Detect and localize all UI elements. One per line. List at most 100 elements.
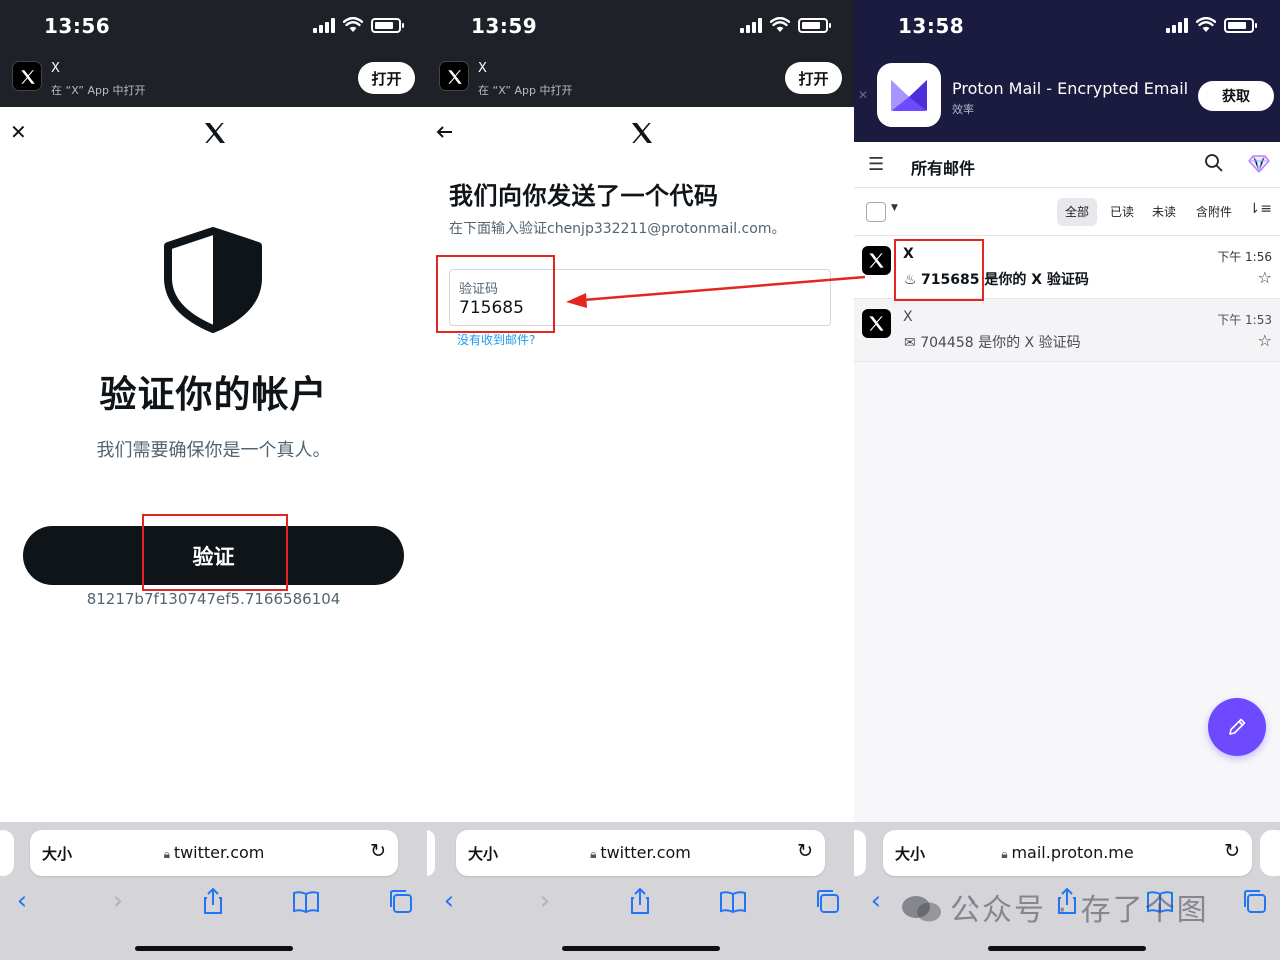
back-button[interactable]: ‹ (861, 886, 891, 916)
x-logo-icon (869, 316, 884, 331)
banner-subtitle: 在 “X” App 中打开 (51, 84, 146, 97)
shield-icon (164, 227, 262, 333)
reload-icon[interactable]: ↻ (370, 840, 386, 862)
forward-button[interactable]: › (103, 886, 133, 916)
prev-tab-peek[interactable] (427, 830, 435, 876)
sort-icon[interactable]: ⇂≡ (1249, 201, 1272, 217)
home-indicator (988, 946, 1146, 951)
banner-category: 效率 (952, 103, 974, 116)
back-button[interactable]: ‹ (434, 886, 464, 916)
reload-icon[interactable]: ↻ (797, 840, 813, 862)
app-store-banner: ✕ Proton Mail - Encrypted Email 效率 获取 (854, 55, 1280, 142)
status-icons (313, 17, 404, 33)
lock-icon: 🔒︎ (1001, 847, 1012, 861)
envelope-open-icon: ✉︎ (904, 335, 921, 351)
wifi-icon (770, 17, 790, 32)
url-text: 🔒︎ twitter.com (456, 843, 825, 862)
tabs-icon[interactable] (813, 886, 843, 916)
signal-icon (740, 17, 762, 33)
filter-read[interactable]: 已读 (1102, 198, 1142, 226)
home-indicator (561, 946, 720, 951)
panel-enter-code: 13:59 X 在 “X” App 中打开 打开 我们向你发送了一个代码 在下面… (427, 0, 854, 960)
filter-attachments[interactable]: 含附件 (1188, 198, 1240, 226)
banner-app-name: Proton Mail - Encrypted Email (952, 79, 1189, 98)
menu-icon[interactable]: ☰ (868, 154, 884, 175)
x-logo-icon (439, 61, 469, 91)
back-arrow-icon[interactable] (435, 122, 455, 142)
close-icon[interactable]: ✕ (858, 88, 868, 102)
status-icons (740, 17, 831, 33)
filter-bar: ▼ 全部 已读 未读 含附件 ⇂≡ (854, 188, 1280, 236)
status-time: 13:58 (898, 14, 965, 38)
annotation-box-verify (142, 514, 288, 591)
share-icon[interactable] (625, 886, 655, 916)
status-time: 13:56 (44, 14, 111, 38)
tabs-icon[interactable] (1240, 886, 1270, 916)
filter-unread[interactable]: 未读 (1144, 198, 1184, 226)
message-subject: ✉︎ 704458 是你的 X 验证码 (904, 332, 1081, 352)
message-sender: X (903, 309, 913, 325)
tabs-icon[interactable] (386, 886, 416, 916)
lock-icon: 🔒︎ (163, 847, 174, 861)
gem-icon[interactable] (1248, 155, 1270, 173)
url-value: twitter.com (173, 843, 265, 862)
url-value: twitter.com (600, 843, 691, 862)
app-banner: X 在 “X” App 中打开 打开 (427, 55, 854, 107)
address-bar[interactable]: 大小 🔒︎ twitter.com ↻ (30, 830, 398, 876)
open-in-app-button[interactable]: 打开 (785, 62, 842, 94)
home-indicator (134, 946, 293, 951)
message-row[interactable]: X ✉︎ 704458 是你的 X 验证码 下午 1:53 ☆ (854, 299, 1280, 362)
message-subject-text: 704458 是你的 X 验证码 (920, 335, 1081, 351)
compose-button[interactable] (1208, 698, 1266, 756)
address-bar[interactable]: 大小 🔒︎ mail.proton.me ↻ (883, 830, 1252, 876)
chevron-down-icon[interactable]: ▼ (891, 203, 898, 213)
x-logo-icon (632, 123, 652, 143)
safari-toolbar: 大小 🔒︎ twitter.com ↻ ‹ › (0, 822, 427, 960)
page-subtitle: 我们需要确保你是一个真人。 (96, 440, 331, 461)
page-title: 我们向你发送了一个代码 (449, 182, 719, 210)
status-bar: 13:58 (854, 0, 1280, 55)
banner-subtitle: 在 “X” App 中打开 (478, 84, 573, 97)
proton-logo-icon (877, 63, 941, 127)
get-app-button[interactable]: 获取 (1198, 81, 1274, 111)
forward-button[interactable]: › (530, 886, 560, 916)
status-bar: 13:59 (427, 0, 854, 55)
filter-all[interactable]: 全部 (1057, 198, 1098, 226)
back-button[interactable]: ‹ (7, 886, 37, 916)
battery-icon (371, 17, 404, 33)
search-icon[interactable] (1204, 153, 1224, 173)
avatar (862, 246, 891, 275)
annotation-box-code-email (894, 239, 984, 301)
bookmarks-icon[interactable] (718, 886, 748, 916)
page-subtitle: 在下面输入验证chenjp332211@protonmail.com。 (449, 221, 786, 237)
close-icon[interactable]: ✕ (10, 122, 30, 142)
next-tab-peek[interactable] (1260, 830, 1280, 876)
status-bar: 13:56 (0, 0, 427, 55)
no-email-link[interactable]: 没有收到邮件? (457, 331, 535, 348)
url-value: mail.proton.me (1011, 843, 1134, 862)
mailbox-header: ☰ 所有邮件 (854, 142, 1280, 188)
signal-icon (313, 17, 335, 33)
wifi-icon (343, 17, 363, 32)
prev-tab-peek[interactable] (0, 830, 14, 876)
star-icon[interactable]: ☆ (1258, 331, 1272, 350)
app-banner: X 在 “X” App 中打开 打开 (0, 55, 427, 107)
x-logo-icon (12, 61, 42, 91)
safari-toolbar: 大小 🔒︎ twitter.com ↻ ‹ › (427, 822, 854, 960)
prev-tab-peek[interactable] (854, 830, 866, 876)
wifi-icon (1196, 17, 1216, 32)
message-time: 下午 1:53 (1217, 313, 1272, 327)
bookmarks-icon[interactable] (291, 886, 321, 916)
page-title: 验证你的帐户 (99, 373, 328, 416)
reload-icon[interactable]: ↻ (1224, 840, 1240, 862)
session-hash: 81217b7f130747ef5.7166586104 (86, 590, 341, 608)
lock-icon: 🔒︎ (590, 847, 601, 861)
select-all-checkbox[interactable] (866, 202, 886, 222)
watermark: 公众号 · 存了个图 (900, 885, 1209, 929)
share-icon[interactable] (198, 886, 228, 916)
open-in-app-button[interactable]: 打开 (358, 62, 415, 94)
star-icon[interactable]: ☆ (1258, 268, 1272, 287)
battery-icon (798, 17, 831, 33)
address-bar[interactable]: 大小 🔒︎ twitter.com ↻ (456, 830, 825, 876)
url-text: 🔒︎ twitter.com (30, 843, 398, 862)
